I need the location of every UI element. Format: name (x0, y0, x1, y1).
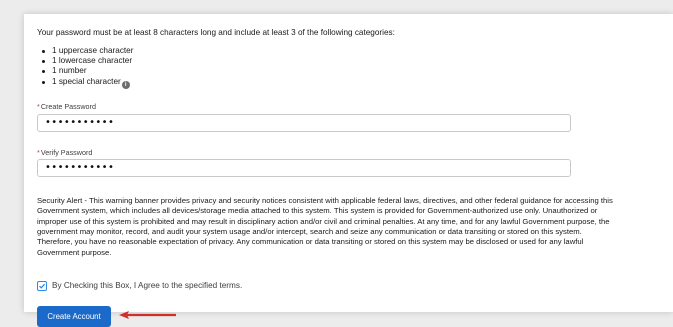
create-account-button[interactable]: Create Account (37, 306, 111, 327)
create-password-label: *Create Password (37, 102, 96, 111)
info-icon[interactable]: i (121, 80, 130, 89)
password-form-card: Your password must be at least 8 charact… (24, 14, 673, 327)
required-asterisk: * (37, 148, 40, 157)
create-password-label-text: Create Password (40, 102, 96, 111)
requirement-uppercase: 1 uppercase character (41, 46, 134, 55)
agree-checkbox[interactable] (37, 281, 47, 291)
checkmark-icon (39, 283, 46, 289)
create-password-input[interactable]: ••••••••••• (37, 114, 571, 132)
verify-password-label: *Verify Password (37, 148, 92, 157)
agree-checkbox-label: By Checking this Box, I Agree to the spe… (52, 281, 243, 290)
verify-password-input[interactable]: ••••••••••• (37, 159, 571, 177)
verify-password-label-text: Verify Password (40, 148, 93, 157)
password-requirements-intro: Your password must be at least 8 charact… (37, 28, 395, 37)
password-requirements-list: 1 uppercase character 1 lowercase charac… (41, 46, 134, 89)
requirement-special-character: 1 special character i (41, 76, 133, 89)
requirement-special-character-label: 1 special character (52, 76, 121, 86)
required-asterisk: * (37, 102, 40, 111)
security-alert-text: Security Alert - This warning banner pro… (37, 196, 613, 257)
requirement-number: 1 number (41, 66, 133, 76)
requirement-lowercase: 1 lowercase character (41, 56, 133, 66)
